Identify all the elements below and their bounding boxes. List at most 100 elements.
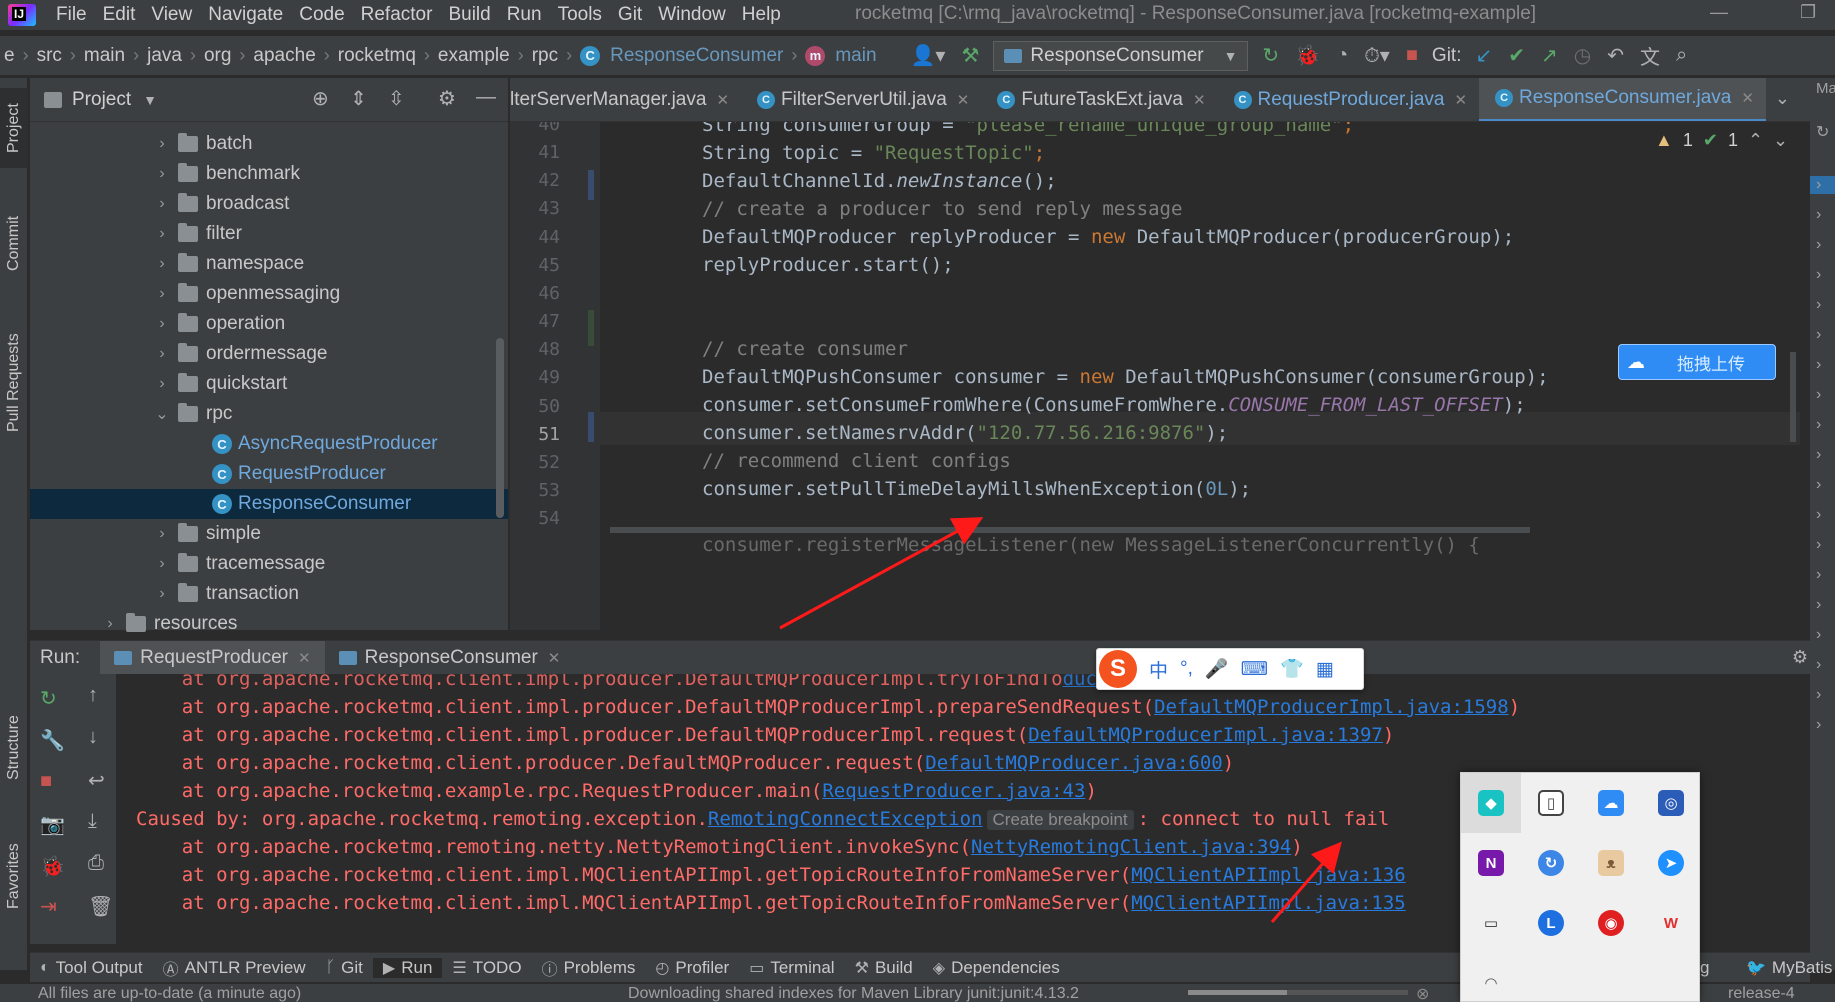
usb-icon[interactable]: ▯	[1521, 773, 1581, 833]
rerun-icon[interactable]: ↻	[40, 686, 57, 711]
tab-requestproducer[interactable]: C RequestProducer.java ✕	[1218, 78, 1480, 121]
breadcrumb-rocketmq[interactable]: rocketmq	[334, 45, 420, 67]
mybatis-tab[interactable]: 🐦 MyBatis	[1736, 958, 1835, 978]
chevron-right-icon[interactable]: ›	[1816, 326, 1821, 344]
todo-tab[interactable]: ☰ TODO	[442, 958, 531, 978]
breadcrumb-e[interactable]: e	[0, 45, 19, 67]
chevron-right-icon[interactable]: ›	[1810, 176, 1835, 194]
stop-icon[interactable]: ■	[40, 770, 52, 793]
chevron-right-icon[interactable]: ›	[1816, 356, 1821, 374]
console-link[interactable]: DefaultMQProducer.java:600	[925, 752, 1222, 774]
exit-icon[interactable]: ⇥	[40, 894, 57, 919]
letter-l-icon[interactable]: L	[1521, 893, 1581, 953]
collapse-all-icon[interactable]: ⇳	[388, 86, 405, 111]
trash-icon[interactable]: 🗑	[88, 894, 113, 919]
chevron-right-icon[interactable]: ›	[1816, 266, 1821, 284]
tree-item-filter[interactable]: › filter	[30, 219, 508, 249]
maven-tab[interactable]: Ma	[1816, 80, 1835, 97]
chevron-down-icon[interactable]: ⌄	[152, 404, 172, 424]
rollback-icon[interactable]: ↶	[1599, 43, 1632, 68]
search-icon[interactable]: ⌕	[1668, 44, 1695, 67]
coverage-icon[interactable]: ◔	[1328, 44, 1356, 67]
chevron-down-icon[interactable]: ⌄	[1773, 130, 1788, 151]
build-hammer-icon[interactable]: ⚒	[953, 43, 987, 68]
horizontal-scrollbar[interactable]	[610, 527, 1530, 533]
microphone-icon[interactable]: 🎤	[1199, 657, 1235, 681]
console-link[interactable]: MQClientAPIImpl.java:136	[1131, 864, 1406, 886]
restore-icon[interactable]: ❐	[1800, 2, 1816, 23]
vertical-scrollbar[interactable]	[1790, 352, 1796, 442]
media-icon[interactable]: ◉	[1581, 893, 1641, 953]
chevron-right-icon[interactable]: ›	[152, 165, 172, 183]
menu-code[interactable]: Code	[291, 4, 352, 26]
chevron-right-icon[interactable]: ›	[1816, 236, 1821, 254]
skin-icon[interactable]: 👕	[1274, 657, 1310, 681]
camera-icon[interactable]: 📷	[40, 812, 65, 837]
history-icon[interactable]: ◷	[1566, 43, 1599, 68]
console-link[interactable]: DefaultMQProducerImpl.java:1598	[1154, 696, 1509, 718]
scroll-to-end-icon[interactable]: ⤓	[88, 810, 97, 833]
menu-navigate[interactable]: Navigate	[200, 4, 291, 26]
arrow-up-icon[interactable]: ↑	[88, 684, 98, 707]
debug-icon[interactable]: 🐞	[1287, 43, 1328, 68]
locate-icon[interactable]: ⊕	[312, 86, 329, 111]
tab-project[interactable]: Project	[0, 88, 28, 168]
project-title[interactable]: Project	[72, 89, 131, 111]
chevron-right-icon[interactable]: ›	[1816, 446, 1821, 464]
tab-futuretaskext[interactable]: C FutureTaskExt.java ✕	[981, 78, 1217, 121]
menu-git[interactable]: Git	[610, 4, 650, 26]
breadcrumb-java[interactable]: java	[143, 45, 186, 67]
breadcrumb-example[interactable]: example	[434, 45, 514, 67]
cat-icon[interactable]: ᴥ	[1581, 833, 1641, 893]
soft-wrap-icon[interactable]: ↩	[88, 768, 105, 793]
tool-output-tab[interactable]: ◐ Tool Output	[30, 958, 153, 978]
close-icon[interactable]: ✕	[298, 649, 311, 667]
dependencies-tab[interactable]: ◈ Dependencies	[923, 958, 1070, 978]
chevron-right-icon[interactable]: ›	[152, 225, 172, 243]
console-link[interactable]: NettyRemotingClient.java:394	[971, 836, 1291, 858]
menu-file[interactable]: File	[48, 4, 95, 26]
toolbox-icon[interactable]: ▦	[1310, 658, 1340, 681]
chevron-right-icon[interactable]: ›	[1816, 716, 1821, 734]
tab-filterserverutil[interactable]: C FilterServerUtil.java ✕	[741, 78, 981, 121]
close-icon[interactable]: ✕	[957, 91, 970, 109]
sync-icon[interactable]: ↻	[1521, 833, 1581, 893]
code-editor[interactable]: 40 41 42 43 44 45 46 47 48 49 50 51 52 53 54 String co…	[510, 122, 1800, 630]
chevron-right-icon[interactable]: ›	[1816, 566, 1821, 584]
onenote-icon[interactable]: N	[1461, 833, 1521, 893]
tree-item-resources[interactable]: › resources	[30, 609, 508, 639]
tree-item-namespace[interactable]: › namespace	[30, 249, 508, 279]
chevron-right-icon[interactable]: ›	[152, 525, 172, 543]
tree-item-benchmark[interactable]: › benchmark	[30, 159, 508, 189]
chevron-down-icon[interactable]: ▼	[143, 92, 157, 108]
chevron-right-icon[interactable]: ›	[152, 585, 172, 603]
wrench-icon[interactable]: 🔧	[40, 728, 65, 753]
refresh-icon[interactable]: ↻	[1816, 122, 1829, 142]
tree-item-broadcast[interactable]: › broadcast	[30, 189, 508, 219]
network-icon[interactable]: ◎	[1641, 773, 1701, 833]
gear-icon[interactable]: ⚙	[1792, 647, 1808, 668]
console-link[interactable]: MQClientAPIImpl.java:135	[1131, 892, 1406, 914]
send-icon[interactable]: ➤	[1641, 833, 1701, 893]
chevron-right-icon[interactable]: ›	[152, 375, 172, 393]
create-breakpoint-hint[interactable]: Create breakpoint	[986, 810, 1134, 830]
project-scrollbar[interactable]	[496, 338, 504, 518]
git-push-icon[interactable]: ↗	[1533, 43, 1566, 68]
chevron-right-icon[interactable]: ›	[152, 285, 172, 303]
menu-edit[interactable]: Edit	[95, 4, 144, 26]
wifi-icon[interactable]: ◠	[1461, 953, 1521, 1002]
wps-icon[interactable]: W	[1641, 893, 1701, 953]
print-icon[interactable]: ⎙	[88, 852, 104, 875]
terminal-tab[interactable]: ▭ Terminal	[739, 958, 844, 978]
battery-icon[interactable]: ▭	[1461, 893, 1521, 953]
git-commit-icon[interactable]: ✔	[1500, 43, 1533, 68]
ime-punctuation-toggle[interactable]: °,	[1174, 658, 1199, 680]
console-link[interactable]: RemotingConnectException	[708, 808, 983, 830]
console-link[interactable]: RequestProducer.java:43	[822, 780, 1085, 802]
translate-icon[interactable]: 文	[1632, 41, 1668, 70]
tab-filterservermanager[interactable]: lterServerManager.java ✕	[510, 78, 741, 121]
menu-build[interactable]: Build	[440, 4, 498, 26]
tray-app-icon[interactable]: ◆	[1461, 773, 1521, 833]
menu-run[interactable]: Run	[499, 4, 550, 26]
cloud-drive-icon[interactable]: ☁	[1581, 773, 1641, 833]
